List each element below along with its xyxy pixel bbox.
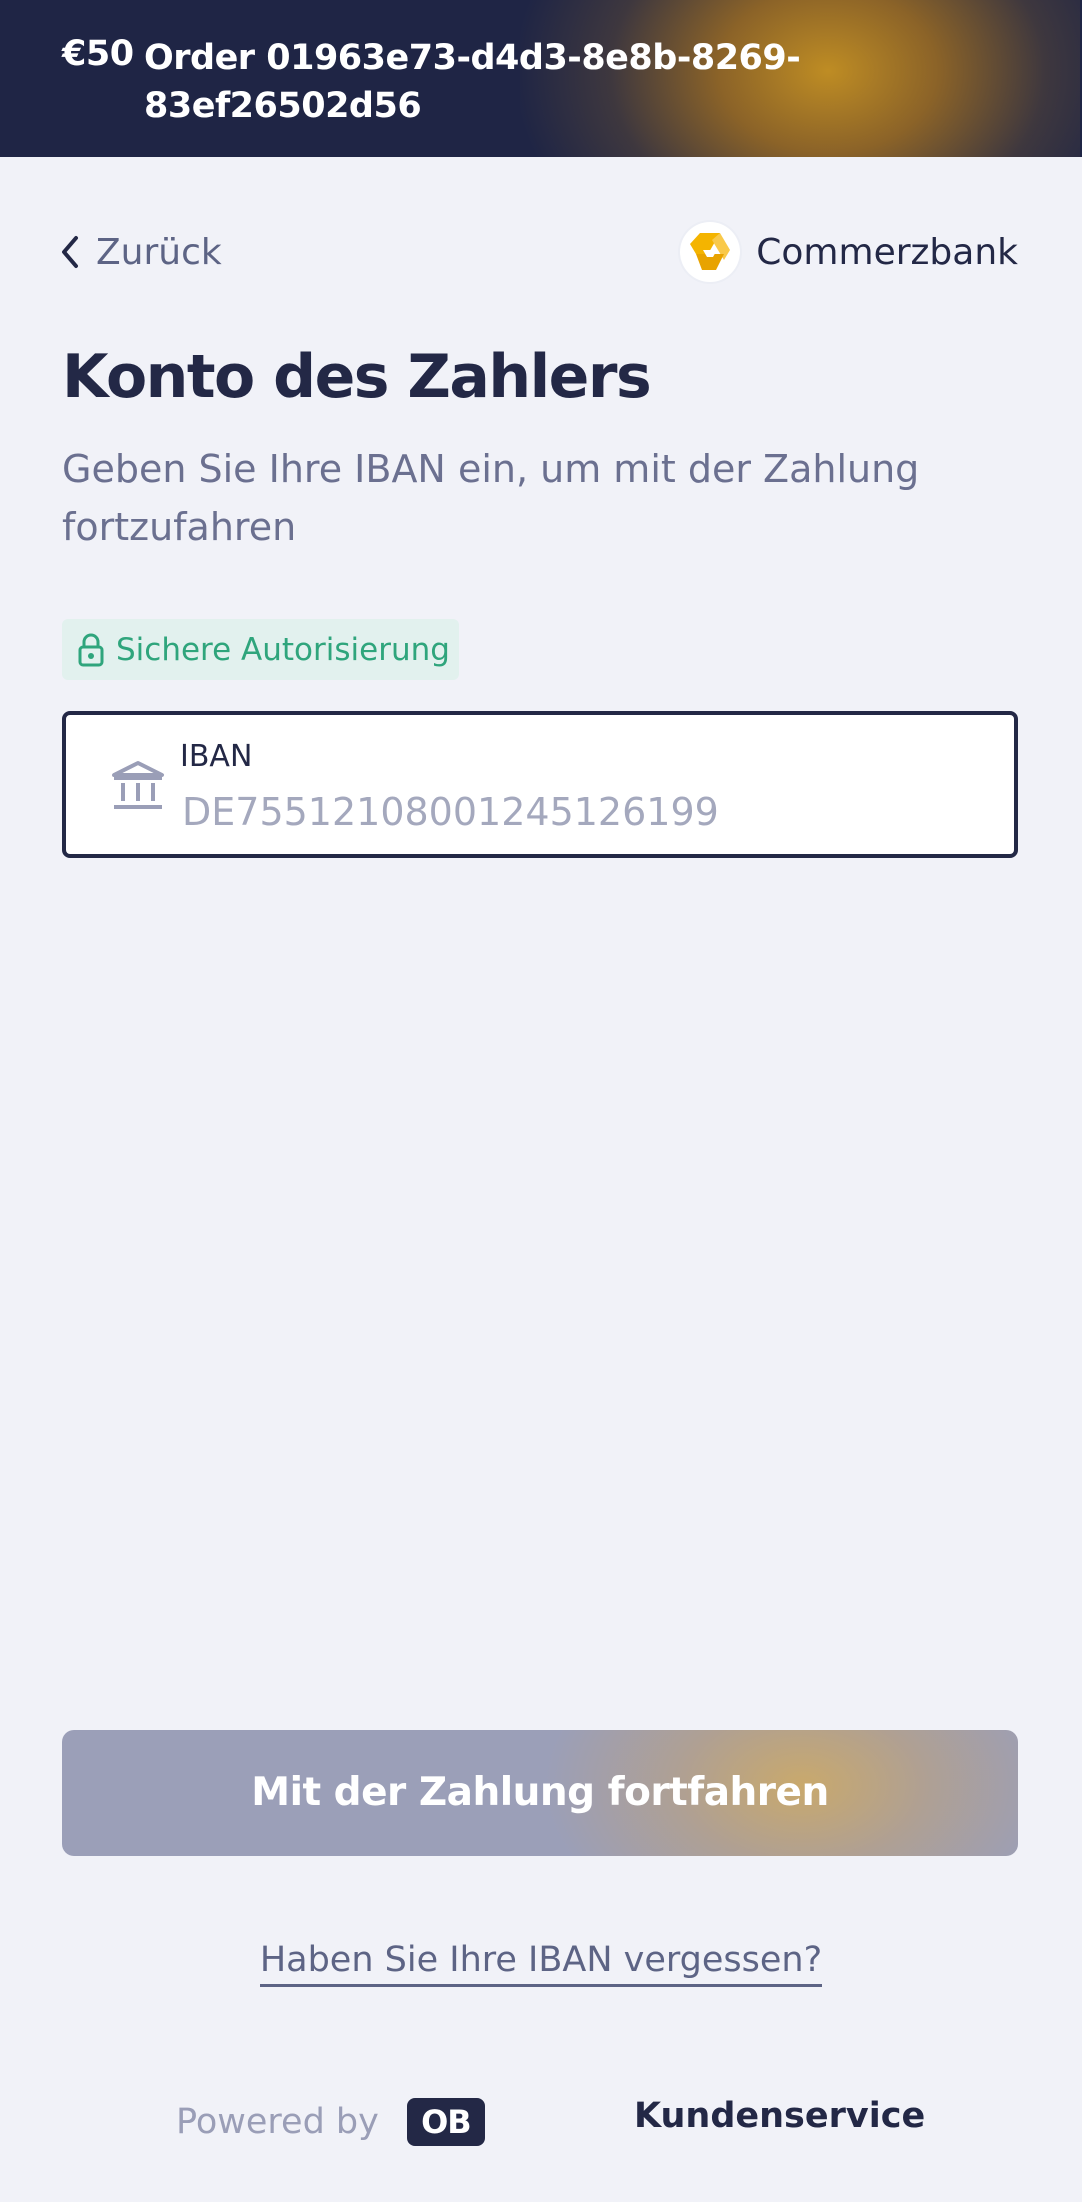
commerzbank-logo-icon <box>680 222 741 282</box>
page-title: Konto des Zahlers <box>62 342 652 412</box>
order-header: €50 Order 01963e73-d4d3-8e8b-8269- 83ef2… <box>0 0 1082 157</box>
order-amount: €50 <box>62 34 134 74</box>
order-id: Order 01963e73-d4d3-8e8b-8269- 83ef26502… <box>144 34 844 130</box>
selected-bank: Commerzbank <box>680 222 1018 282</box>
page-subtitle: Geben Sie Ihre IBAN ein, um mit der Zahl… <box>62 447 920 549</box>
ob-logo-icon: OB <box>406 2098 485 2146</box>
iban-input[interactable] <box>182 785 982 839</box>
iban-label: IBAN <box>180 739 253 774</box>
bank-building-icon <box>112 761 164 809</box>
bank-name: Commerzbank <box>756 231 1018 273</box>
forgot-iban-link[interactable]: Haben Sie Ihre IBAN vergessen? <box>259 1940 823 1987</box>
customer-service-link[interactable]: Kundenservice <box>634 2096 925 2136</box>
powered-by: Powered by OB <box>176 2094 485 2150</box>
chevron-left-icon <box>62 236 78 268</box>
secure-badge-label: Sichere Autorisierung <box>116 631 450 668</box>
order-id-line2: 83ef26502d56 <box>144 86 422 126</box>
secure-authorization-badge: Sichere Autorisierung <box>62 619 459 680</box>
back-button[interactable]: Zurück <box>58 226 222 278</box>
forgot-iban-container: Haben Sie Ihre IBAN vergessen? <box>0 1940 1082 1987</box>
continue-payment-label: Mit der Zahlung fortfahren <box>251 1770 829 1815</box>
lock-icon <box>78 633 104 666</box>
iban-field[interactable]: IBAN <box>62 711 1018 858</box>
continue-payment-button[interactable]: Mit der Zahlung fortfahren <box>62 1730 1018 1856</box>
order-id-line1: Order 01963e73-d4d3-8e8b-8269- <box>144 38 801 78</box>
back-label: Zurück <box>96 231 222 273</box>
powered-by-label: Powered by <box>176 2102 379 2142</box>
